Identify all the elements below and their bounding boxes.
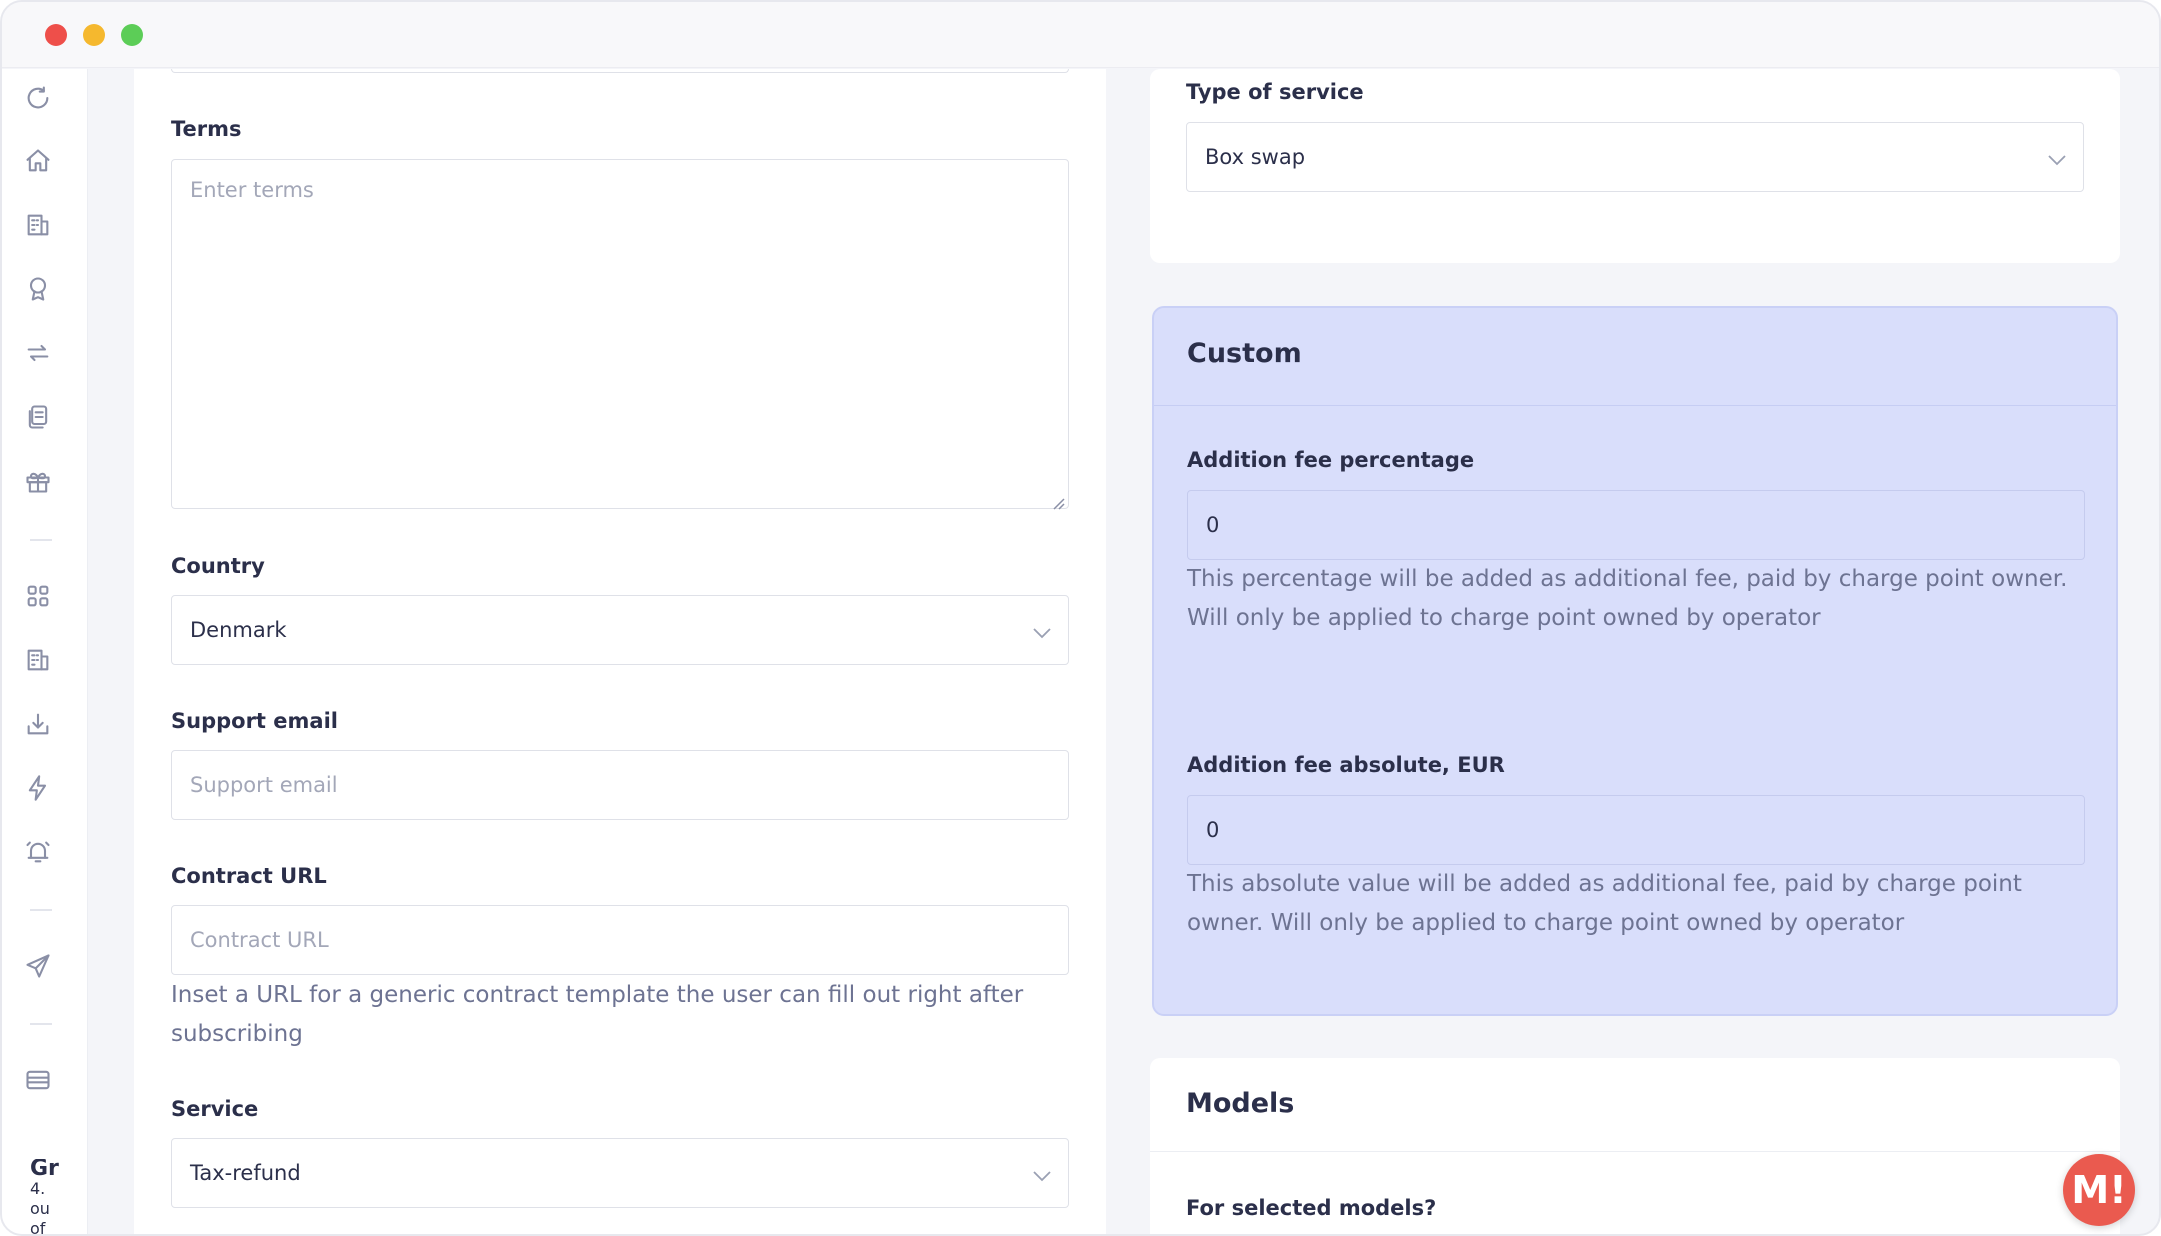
- fee-percentage-label: Addition fee percentage: [1187, 448, 1475, 472]
- models-title: Models: [1186, 1088, 1295, 1119]
- card-icon[interactable]: [23, 1065, 53, 1095]
- service-label: Service: [171, 1097, 259, 1121]
- maximize-window-button[interactable]: [121, 24, 143, 46]
- grid-icon[interactable]: [23, 581, 53, 611]
- chevron-down-icon: [1032, 622, 1052, 639]
- download-icon[interactable]: [23, 709, 53, 739]
- country-value: Denmark: [190, 618, 287, 642]
- general-settings-card: Terms Enter terms Country Denmark Suppor…: [134, 69, 1106, 1234]
- fee-absolute-help: This absolute value will be added as add…: [1187, 871, 2022, 936]
- truncated-line: 4.: [30, 1179, 46, 1198]
- gift-icon[interactable]: [23, 466, 53, 496]
- contract-url-input[interactable]: Contract URL: [171, 905, 1069, 975]
- service-value: Tax-refund: [190, 1161, 301, 1185]
- resize-handle-icon[interactable]: [1051, 491, 1065, 510]
- close-window-button[interactable]: [45, 24, 67, 46]
- terms-textarea[interactable]: Enter terms: [171, 159, 1069, 510]
- fee-absolute-label: Addition fee absolute, EUR: [1187, 753, 1505, 777]
- country-select[interactable]: Denmark: [171, 595, 1069, 665]
- sidebar: Gr 4. ou of: [2, 69, 88, 1234]
- alarm-icon[interactable]: [23, 837, 53, 867]
- for-selected-models-label: For selected models?: [1186, 1196, 1437, 1220]
- type-of-service-select[interactable]: Box swap: [1186, 122, 2084, 192]
- sidebar-divider: [30, 1023, 52, 1025]
- custom-card-header: Custom: [1154, 308, 2116, 406]
- support-email-placeholder: Support email: [190, 773, 338, 797]
- sidebar-divider: [30, 909, 52, 911]
- terms-label: Terms: [171, 117, 242, 141]
- building-icon[interactable]: [23, 645, 53, 675]
- custom-fees-card: Custom Addition fee percentage 0 This pe…: [1152, 306, 2118, 1016]
- contract-url-help: Inset a URL for a generic contract templ…: [171, 982, 1024, 1047]
- send-icon[interactable]: [23, 951, 53, 981]
- fee-absolute-value: 0: [1206, 818, 1220, 842]
- documents-icon[interactable]: [23, 402, 53, 432]
- models-card-header: Models: [1150, 1058, 2120, 1152]
- assistant-launcher-button[interactable]: M!: [2063, 1154, 2135, 1226]
- custom-title: Custom: [1187, 338, 1302, 369]
- assistant-launcher-label: M!: [2071, 1168, 2127, 1212]
- home-icon[interactable]: [23, 146, 53, 176]
- support-email-label: Support email: [171, 709, 338, 733]
- truncated-line: ou: [30, 1199, 50, 1218]
- truncated-line: of: [30, 1219, 46, 1236]
- previous-field-bottom: [171, 69, 1069, 73]
- type-of-service-label: Type of service: [1186, 80, 1364, 104]
- award-icon[interactable]: [23, 274, 53, 304]
- lightning-icon[interactable]: [23, 773, 53, 803]
- terms-placeholder: Enter terms: [190, 178, 314, 202]
- title-bar: [2, 2, 2159, 68]
- country-label: Country: [171, 554, 265, 578]
- swap-icon[interactable]: [23, 338, 53, 368]
- contract-url-placeholder: Contract URL: [190, 928, 329, 952]
- contract-url-label: Contract URL: [171, 864, 327, 888]
- building-icon[interactable]: [23, 210, 53, 240]
- chevron-down-icon: [1032, 1165, 1052, 1182]
- minimize-window-button[interactable]: [83, 24, 105, 46]
- support-email-input[interactable]: Support email: [171, 750, 1069, 820]
- truncated-line: Gr: [30, 1159, 59, 1181]
- app-window: Gr 4. ou of Terms Enter terms Country De…: [0, 0, 2161, 1236]
- refresh-icon[interactable]: [23, 83, 53, 113]
- sidebar-divider: [30, 539, 52, 541]
- models-card: Models For selected models?: [1150, 1058, 2120, 1234]
- chevron-down-icon: [2047, 149, 2067, 166]
- sidebar-truncated-text: Gr 4. ou of: [30, 1159, 70, 1236]
- type-of-service-card: Type of service Box swap: [1150, 69, 2120, 263]
- type-of-service-value: Box swap: [1205, 145, 1306, 169]
- fee-percentage-input[interactable]: 0: [1187, 490, 2085, 560]
- fee-percentage-value: 0: [1206, 513, 1220, 537]
- service-select[interactable]: Tax-refund: [171, 1138, 1069, 1208]
- fee-percentage-help: This percentage will be added as additio…: [1187, 566, 2068, 631]
- fee-absolute-input[interactable]: 0: [1187, 795, 2085, 865]
